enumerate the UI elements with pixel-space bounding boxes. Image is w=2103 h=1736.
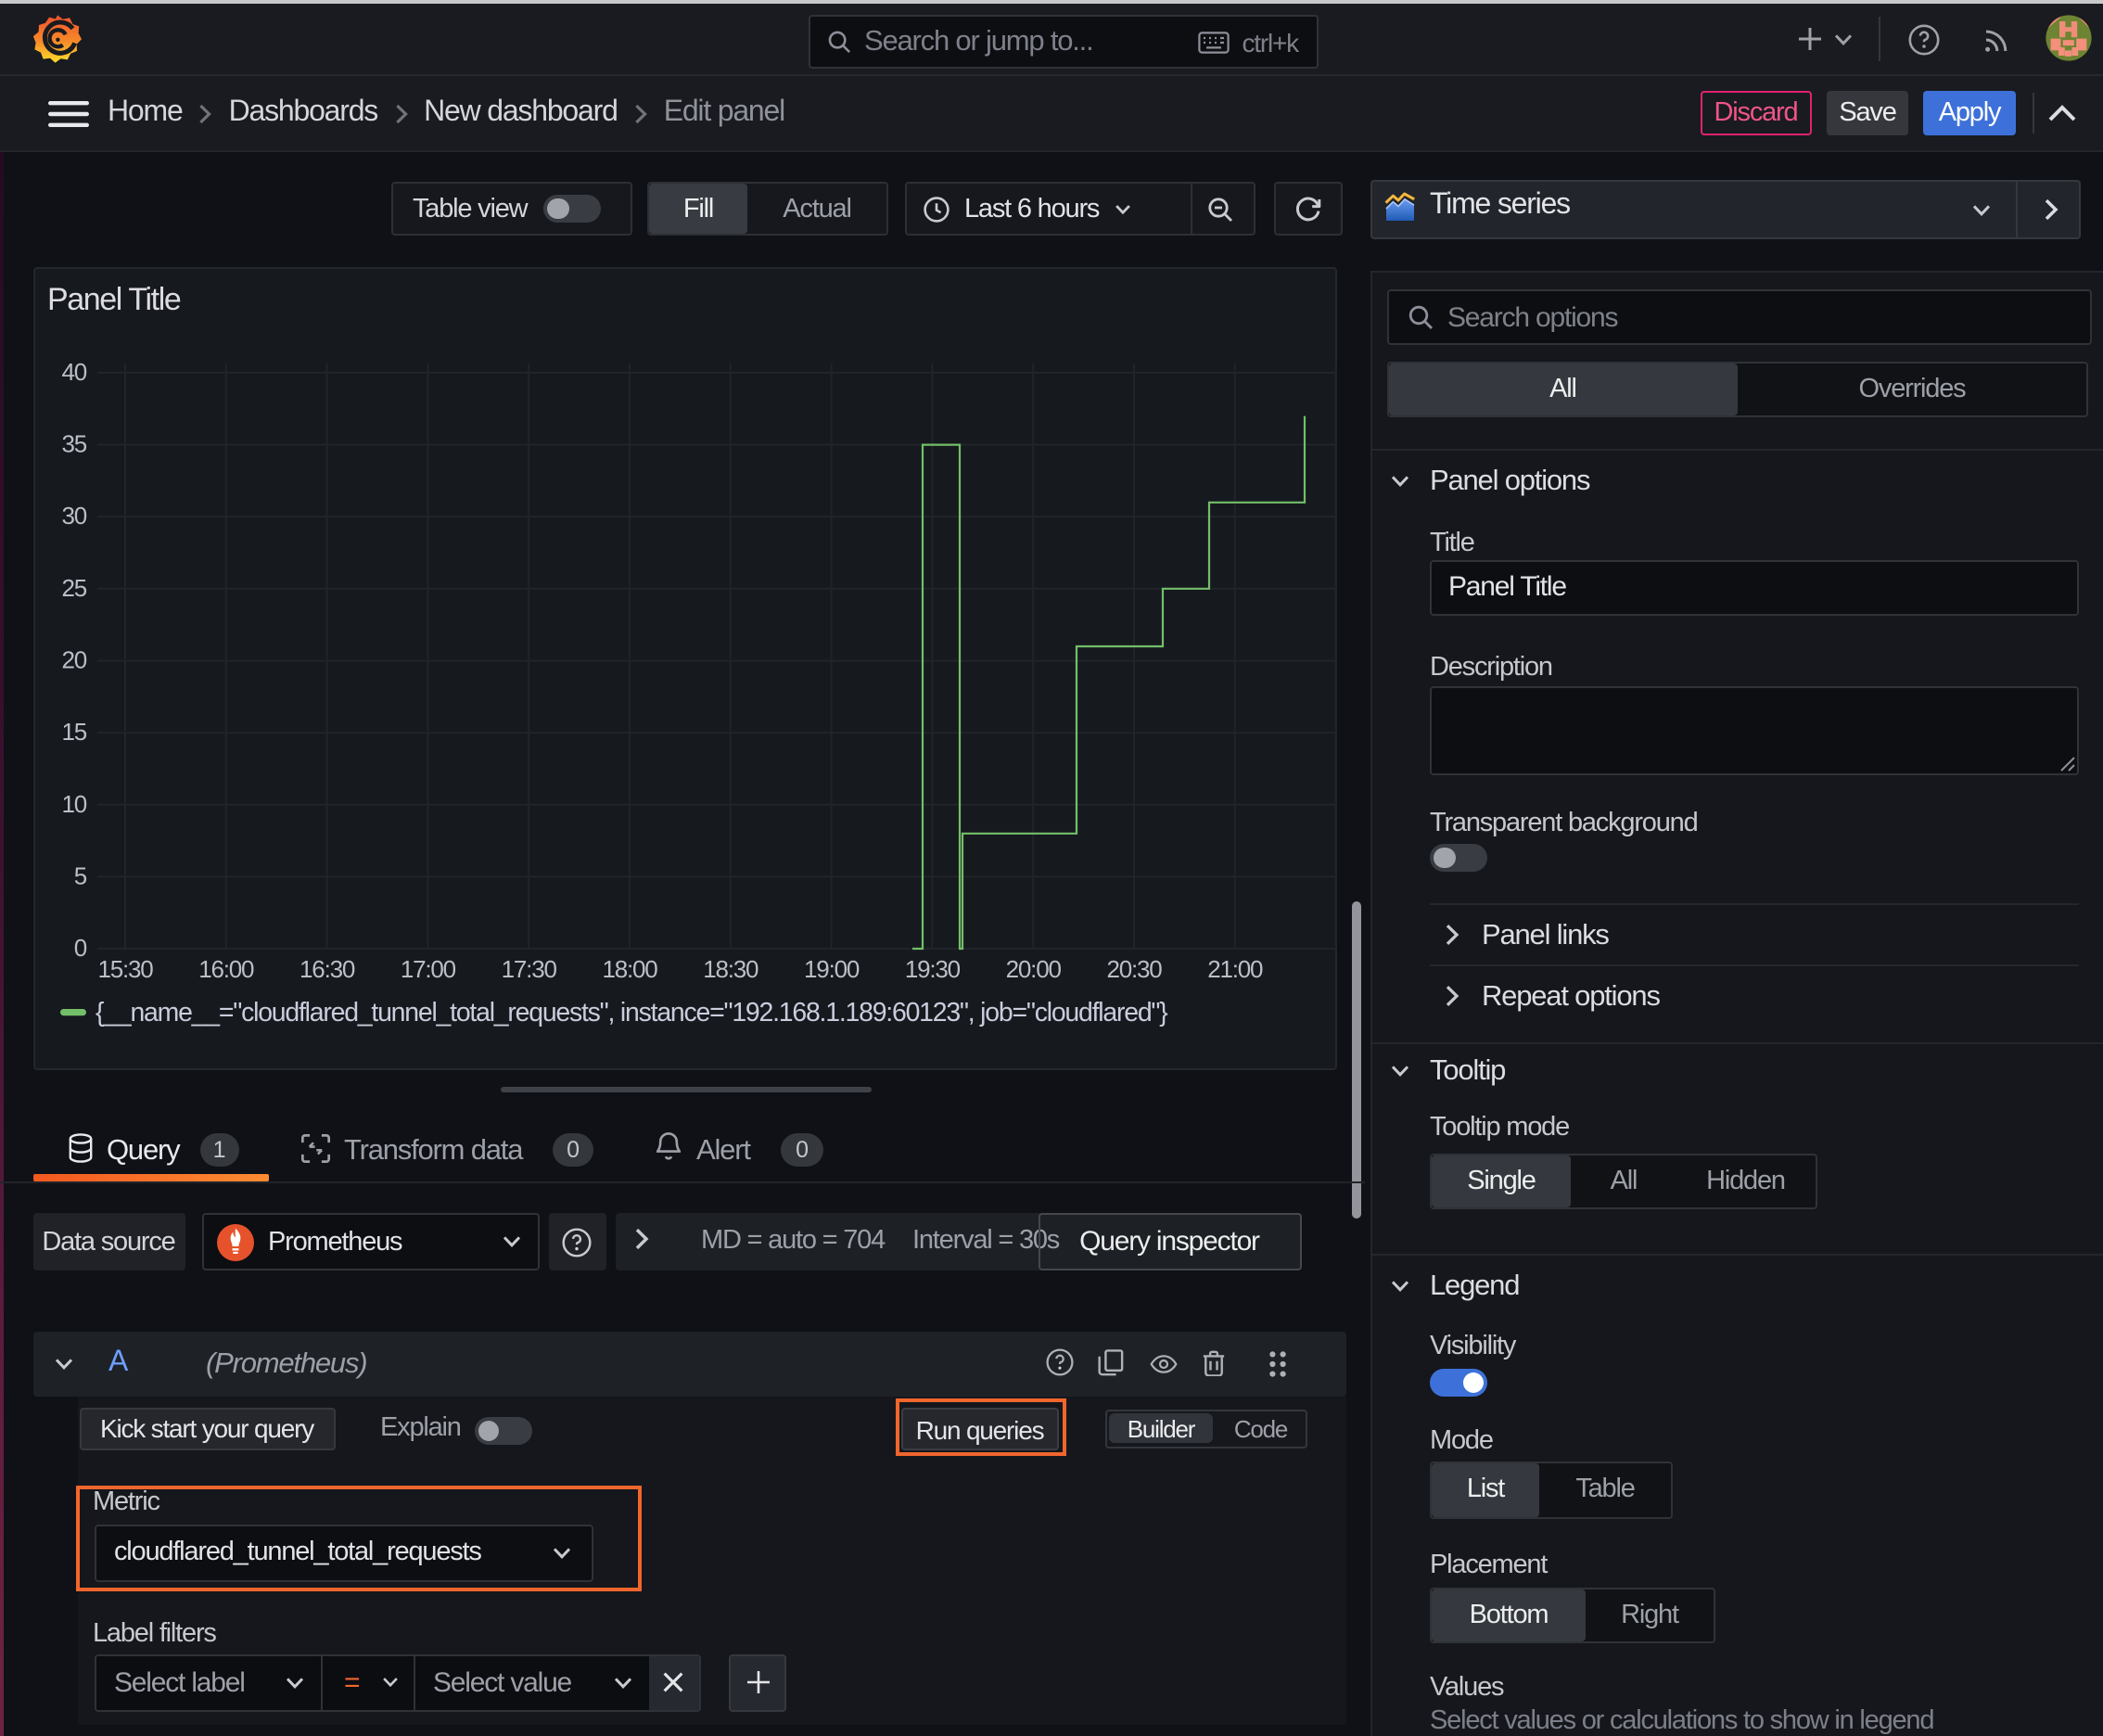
svg-text:10: 10 [60,789,85,817]
svg-text:35: 35 [60,429,85,457]
svg-text:17:00: 17:00 [400,954,455,982]
svg-text:19:00: 19:00 [803,954,859,982]
svg-text:25: 25 [60,573,85,601]
svg-text:40: 40 [60,357,85,385]
svg-text:0: 0 [73,933,86,961]
svg-text:20:30: 20:30 [1105,954,1161,982]
svg-text:16:30: 16:30 [299,954,354,982]
svg-text:{__name__="cloudflared_tunnel_: {__name__="cloudflared_tunnel_total_requ… [95,997,1166,1027]
svg-text:16:00: 16:00 [198,954,253,982]
svg-text:15: 15 [60,717,85,745]
svg-text:18:00: 18:00 [601,954,656,982]
svg-text:20: 20 [60,645,85,673]
svg-text:17:30: 17:30 [501,954,556,982]
svg-text:18:30: 18:30 [702,954,758,982]
svg-text:20:00: 20:00 [1005,954,1061,982]
svg-text:19:30: 19:30 [904,954,960,982]
svg-text:5: 5 [73,861,86,888]
svg-text:30: 30 [60,501,85,529]
svg-text:21:00: 21:00 [1206,954,1262,982]
svg-text:15:30: 15:30 [96,954,152,982]
